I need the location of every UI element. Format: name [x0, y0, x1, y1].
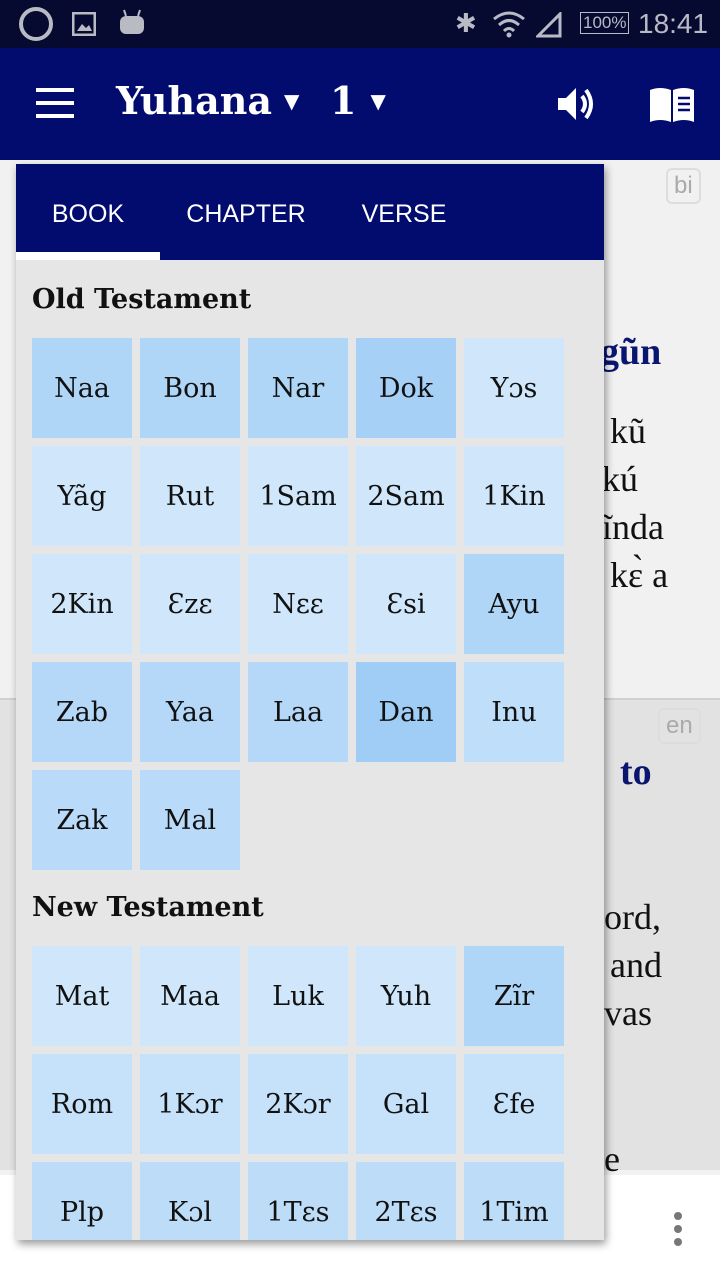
verse-line: ord,	[604, 897, 661, 937]
verse-line: ĩnda	[602, 507, 664, 547]
chapter-selector[interactable]: 1 ▼	[330, 78, 386, 123]
clock: 18:41	[638, 8, 709, 39]
menu-icon[interactable]	[36, 88, 76, 118]
book-button[interactable]: Ɛzɛ	[140, 554, 240, 654]
book-button[interactable]: Zak	[32, 770, 132, 870]
book-button[interactable]: Bon	[140, 338, 240, 438]
book-button[interactable]: Nar	[248, 338, 348, 438]
book-picker-popup: BOOK CHAPTER VERSE Old Testament Naa Bon N…	[16, 164, 604, 1240]
old-testament-title: Old Testament	[32, 284, 252, 315]
bluetooth-icon: ✱	[455, 8, 477, 38]
verse-line: and	[610, 945, 662, 985]
wifi-icon	[493, 11, 525, 38]
book-button[interactable]: Ɛsi	[356, 554, 456, 654]
speaker-icon[interactable]	[556, 84, 596, 124]
book-button[interactable]: 2Kɔr	[248, 1054, 348, 1154]
app-logo-icon	[19, 7, 53, 41]
section-heading: to	[620, 751, 652, 793]
book-selector[interactable]: Yuhana ▼	[116, 78, 299, 123]
android-icon	[120, 9, 144, 34]
chevron-down-icon: ▼	[370, 88, 386, 113]
status-bar: ✱ 100% 18:41	[0, 0, 720, 48]
book-button[interactable]: Ayu	[464, 554, 564, 654]
book-button[interactable]: Yɔs	[464, 338, 564, 438]
verse-line: kú	[602, 459, 638, 499]
book-button[interactable]: Mat	[32, 946, 132, 1046]
book-button[interactable]: Yaa	[140, 662, 240, 762]
book-button[interactable]: Maa	[140, 946, 240, 1046]
book-button[interactable]: Luk	[248, 946, 348, 1046]
book-button[interactable]: Ɛfe	[464, 1054, 564, 1154]
book-button[interactable]: Laa	[248, 662, 348, 762]
book-button[interactable]: Plp	[32, 1162, 132, 1240]
book-button[interactable]: Rut	[140, 446, 240, 546]
book-button[interactable]: Nɛɛ	[248, 554, 348, 654]
book-button[interactable]: 1Kɔr	[140, 1054, 240, 1154]
book-button[interactable]: Gal	[356, 1054, 456, 1154]
book-button[interactable]: 2Tɛs	[356, 1162, 456, 1240]
language-badge[interactable]: en	[658, 708, 701, 744]
active-tab-indicator	[16, 252, 160, 260]
tab-verse[interactable]: VERSE	[346, 164, 462, 260]
more-vert-icon[interactable]	[672, 1211, 684, 1247]
book-button[interactable]: Inu	[464, 662, 564, 762]
chevron-down-icon: ▼	[283, 88, 300, 113]
verse-line: kũ	[610, 411, 646, 451]
book-button[interactable]: Rom	[32, 1054, 132, 1154]
chapter-number: 1	[330, 78, 357, 123]
signal-icon	[536, 12, 562, 38]
new-testament-title: New Testament	[32, 892, 264, 923]
picker-tabs: BOOK CHAPTER VERSE	[16, 164, 604, 260]
section-heading: gũn	[600, 331, 662, 373]
language-badge[interactable]: bi	[666, 168, 701, 204]
image-icon	[72, 12, 96, 36]
book-button[interactable]: 1Sam	[248, 446, 348, 546]
book-button[interactable]: Yãg	[32, 446, 132, 546]
book-button[interactable]: Zĩr	[464, 946, 564, 1046]
book-button[interactable]: Dan	[356, 662, 456, 762]
book-button[interactable]: Mal	[140, 770, 240, 870]
book-button[interactable]: 1Tim	[464, 1162, 564, 1240]
app-bar: Yuhana ▼ 1 ▼	[0, 48, 720, 160]
book-button[interactable]: Naa	[32, 338, 132, 438]
book-button[interactable]: 1Tɛs	[248, 1162, 348, 1240]
tab-book[interactable]: BOOK	[16, 164, 160, 260]
verse-line: e	[604, 1139, 620, 1179]
book-button[interactable]: Kɔl	[140, 1162, 240, 1240]
book-button[interactable]: 2Kin	[32, 554, 132, 654]
tab-chapter[interactable]: CHAPTER	[168, 164, 324, 260]
book-button[interactable]: Zab	[32, 662, 132, 762]
book-button[interactable]: Dok	[356, 338, 456, 438]
verse-line: kɛ̀ a	[610, 555, 669, 595]
battery-icon: 100%	[580, 12, 630, 34]
verse-line: vas	[604, 993, 652, 1033]
book-title: Yuhana	[116, 78, 272, 123]
book-icon[interactable]	[648, 86, 696, 124]
book-button[interactable]: 2Sam	[356, 446, 456, 546]
book-button[interactable]: Yuh	[356, 946, 456, 1046]
book-button[interactable]: 1Kin	[464, 446, 564, 546]
